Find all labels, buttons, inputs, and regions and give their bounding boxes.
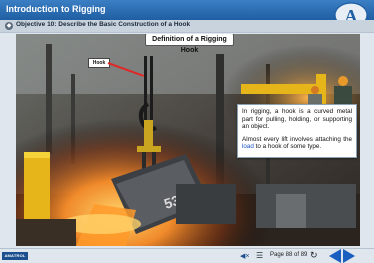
previous-arrow-icon[interactable]: [329, 249, 341, 263]
amatrol-footer-logo: AMATROL: [2, 252, 28, 260]
load-paragraph-end: to a hook of some type.: [253, 143, 322, 150]
definition-text-panel: In rigging, a hook is a curved metal par…: [237, 104, 357, 158]
objective-bar: ◆ Objective 10: Describe the Basic Const…: [0, 20, 374, 33]
definition-paragraph: In rigging, a hook is a curved metal par…: [242, 108, 352, 130]
footer-bar: AMATROL ◀× ☰ Page 88 of 89 ↻: [0, 248, 374, 263]
title-bar: Introduction to Rigging A: [0, 0, 374, 28]
app-window: Introduction to Rigging A ◆ Objective 10…: [0, 0, 374, 263]
refresh-icon[interactable]: ↻: [310, 250, 318, 261]
slide-heading: Definition of a Rigging Hook: [145, 34, 234, 54]
speaker-mute-icon[interactable]: ◀×: [240, 252, 249, 260]
next-arrow-icon[interactable]: [343, 249, 355, 263]
objective-label: Objective 10: Describe the Basic Constru…: [16, 21, 191, 28]
load-paragraph: Almost every lift involves attaching the…: [242, 136, 352, 151]
window-title: Introduction to Rigging: [6, 4, 106, 14]
load-paragraph-start: Almost every lift involves attaching the: [242, 135, 352, 143]
load-keyword-link[interactable]: load: [242, 143, 254, 150]
page-indicator: Page 88 of 89: [270, 252, 308, 258]
hamburger-menu-icon[interactable]: ☰: [256, 251, 263, 260]
objective-icon: ◆: [5, 22, 13, 30]
